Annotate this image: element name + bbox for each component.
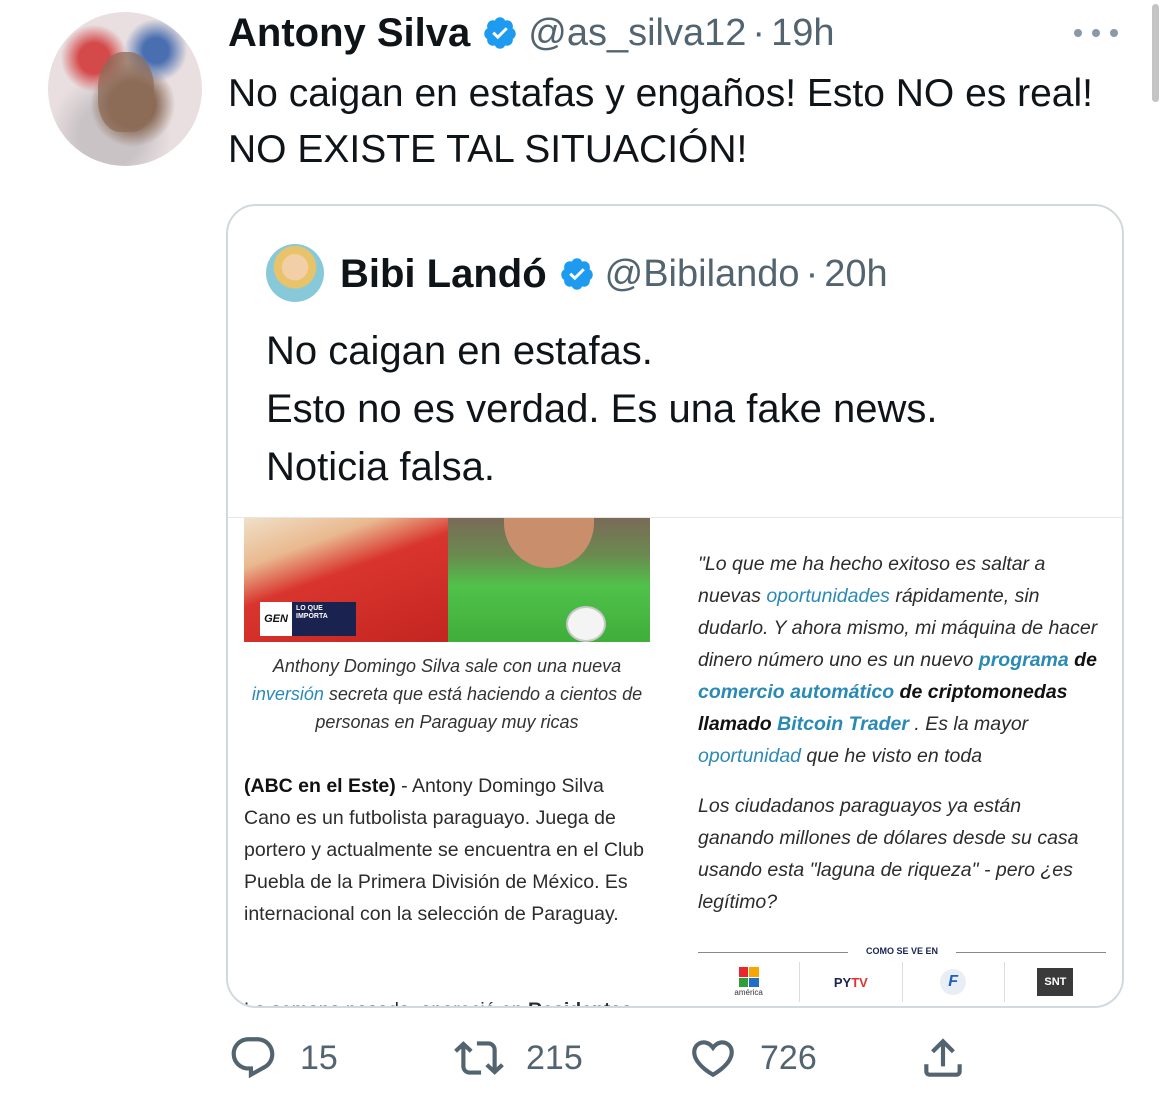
verified-badge-icon: [560, 258, 593, 290]
reply-icon: [231, 1037, 275, 1079]
more-options-icon[interactable]: [1074, 28, 1118, 38]
author-avatar[interactable]: [48, 12, 202, 166]
gen-logo-text: GEN: [260, 602, 292, 636]
seen-on-label: COMO SE VE EN: [865, 946, 938, 956]
quoted-author-avatar[interactable]: [266, 244, 324, 302]
like-count: 726: [760, 1038, 817, 1077]
f-channel-logo: F: [901, 962, 1004, 1002]
retweet-icon: [454, 1041, 504, 1075]
like-button[interactable]: 726: [688, 1030, 817, 1086]
article-caption: Anthony Domingo Silva sale con una nueva…: [251, 656, 643, 732]
pytv-logo: PYTV: [799, 962, 901, 1002]
snt-logo: SNT: [1003, 962, 1106, 1002]
quoted-text-line: No caigan en estafas.: [266, 329, 653, 373]
divider: [698, 952, 848, 953]
article-body: (ABC en el Este) - Antony Domingo Silva …: [244, 775, 644, 925]
article-photo-woman: GEN LO QUE IMPORTA: [244, 518, 448, 642]
share-button[interactable]: [918, 1030, 968, 1086]
reply-count: 15: [300, 1038, 338, 1077]
quoted-author-name[interactable]: Bibi Landó: [340, 252, 547, 297]
seen-on-strip: COMO SE VE EN américa PYTV F SNT: [698, 946, 1106, 1006]
article-paragraph: Los ciudadanos paraguayos ya están ganan…: [698, 795, 1079, 913]
paraguay-crest-icon: [566, 606, 606, 642]
quoted-header-separator: ·: [805, 252, 819, 295]
goalkeeper-head: [504, 518, 594, 568]
caption-link: inversión: [251, 684, 324, 704]
header-separator: ·: [752, 11, 766, 54]
lo-que-importa-text: LO QUE IMPORTA: [292, 602, 356, 636]
tweet-actions: 15 215 726: [228, 1030, 988, 1090]
author-name[interactable]: Antony Silva: [228, 11, 470, 56]
quoted-header: Bibi Landó @Bibilando · 20h: [340, 246, 888, 302]
avatar-face: [98, 52, 154, 132]
quoted-tweet-time[interactable]: 20h: [824, 253, 887, 296]
america-logo: américa: [698, 962, 799, 1002]
tv-logos: américa PYTV F SNT: [698, 962, 1106, 1006]
article-lead: (ABC en el Este): [244, 775, 396, 797]
article-photo-goalkeeper: [448, 518, 650, 642]
quoted-author-handle[interactable]: @Bibilando: [605, 253, 800, 296]
verified-badge-icon: [484, 17, 517, 49]
tweet-header: Antony Silva @as_silva12 · 19h: [228, 8, 834, 58]
quoted-tweet[interactable]: Bibi Landó @Bibilando · 20h No caigan en…: [226, 204, 1124, 1008]
article-body-next: La semana pasada, apareció en Residentas: [244, 994, 650, 1006]
quoted-media-image[interactable]: GEN LO QUE IMPORTA Anthony Domingo Silva…: [228, 517, 1122, 1006]
heart-icon: [692, 1040, 734, 1078]
america-logo-icon: [738, 967, 759, 987]
divider: [956, 952, 1106, 953]
retweet-count: 215: [526, 1038, 583, 1077]
tweet-time[interactable]: 19h: [771, 12, 834, 55]
quoted-text-line: Esto no es verdad. Es una fake news.: [266, 387, 938, 431]
gen-logo: GEN LO QUE IMPORTA: [260, 602, 356, 636]
retweet-button[interactable]: 215: [454, 1030, 583, 1086]
scrollbar[interactable]: [1152, 4, 1159, 102]
article-quote: "Lo que me ha hecho exitoso es saltar a …: [698, 553, 1098, 767]
reply-button[interactable]: 15: [228, 1030, 338, 1086]
quoted-text-line: Noticia falsa.: [266, 445, 495, 489]
author-handle[interactable]: @as_silva12: [528, 12, 746, 55]
quoted-tweet-text: No caigan en estafas. Esto no es verdad.…: [266, 322, 1086, 496]
share-icon: [924, 1038, 962, 1077]
tweet-text: No caigan en estafas y engaños! Esto NO …: [228, 72, 1093, 171]
